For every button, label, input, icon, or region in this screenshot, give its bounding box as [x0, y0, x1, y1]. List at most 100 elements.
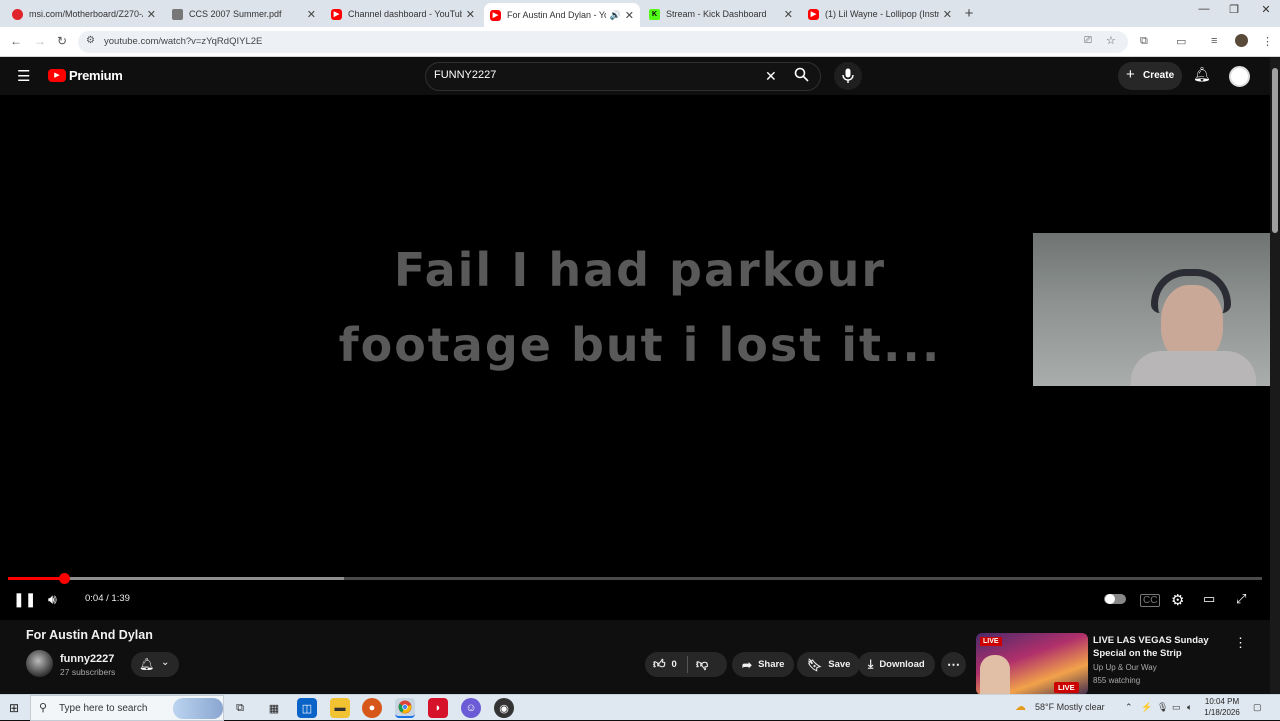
browser-tab[interactable]: CCS 2007 Summer.pdf ✕: [166, 3, 322, 25]
browser-menu-icon[interactable]: ⋮: [1262, 35, 1273, 48]
live-thumbnail-label: LIVE: [980, 637, 1002, 646]
url-text: youtube.com/watch?v=zYqRdQIYL2E: [104, 36, 263, 47]
close-tab-icon[interactable]: ✕: [307, 8, 316, 21]
task-view-icon[interactable]: ⧉: [230, 698, 250, 718]
back-icon[interactable]: ←: [10, 34, 22, 48]
minimize-button[interactable]: —: [1188, 3, 1220, 15]
taskbar-search[interactable]: ⚲ Type here to search: [30, 695, 224, 721]
recommended-more-icon[interactable]: ⋮: [1234, 635, 1247, 651]
network-icon[interactable]: ▭: [1172, 702, 1181, 713]
browser-tab[interactable]: msi.com/Motherboard/Z270-A ✕: [6, 3, 162, 25]
webcam-overlay: [1033, 233, 1280, 386]
clock-time: 10:04 PM: [1204, 697, 1240, 706]
clear-search-icon[interactable]: ✕: [765, 68, 777, 85]
extensions-icon[interactable]: ⧉: [1140, 35, 1148, 48]
forward-icon[interactable]: →: [34, 34, 46, 48]
tray-chevron-icon[interactable]: ⌃: [1125, 702, 1133, 713]
progress-bar[interactable]: [8, 573, 1262, 584]
search-icon[interactable]: [794, 67, 809, 85]
sidepanel-icon[interactable]: ▭: [1176, 35, 1186, 48]
recommended-thumbnail[interactable]: LIVE LIVE: [976, 633, 1088, 695]
theater-mode-icon[interactable]: ▭: [1203, 591, 1215, 607]
browser-tab[interactable]: ▶ (1) Lil Wayne - Lollipop (Instru ✕: [802, 3, 958, 25]
thumbs-up-icon[interactable]: 👍︎: [653, 657, 666, 672]
file-explorer-icon[interactable]: ▬: [330, 698, 350, 718]
media-control-icon[interactable]: ≡: [1211, 35, 1217, 47]
calculator-app-icon[interactable]: ▦: [264, 698, 284, 718]
played-bar: [8, 577, 65, 580]
more-actions-button[interactable]: ⋯: [941, 652, 966, 677]
taskbar-search-placeholder: Type here to search: [59, 703, 148, 714]
install-app-icon[interactable]: ⎚: [1084, 35, 1092, 46]
thumbs-down-icon[interactable]: 👎︎: [696, 657, 708, 672]
autoplay-toggle[interactable]: [1104, 594, 1126, 604]
create-label: Create: [1143, 70, 1175, 81]
microphone-icon: [842, 68, 854, 83]
channel-avatar[interactable]: [26, 650, 53, 677]
chevron-down-icon: ⌄: [161, 657, 170, 668]
network-off-icon[interactable]: ⚡: [1141, 702, 1152, 713]
profile-avatar[interactable]: [1235, 34, 1248, 47]
speaker-icon[interactable]: 🔊: [610, 10, 621, 21]
close-tab-icon[interactable]: ✕: [466, 8, 475, 21]
subscriber-count: 27 subscribers: [60, 667, 116, 677]
share-label: Share: [758, 659, 785, 670]
microphone-tray-icon[interactable]: 🎙︎: [1157, 702, 1168, 713]
new-tab-button[interactable]: +: [960, 5, 978, 23]
windows-start-icon[interactable]: ⊞: [9, 701, 19, 715]
recommended-channel[interactable]: Up Up & Our Way: [1093, 663, 1157, 672]
bookmark-icon: 🔖︎: [807, 657, 823, 672]
account-avatar[interactable]: [1229, 66, 1250, 87]
captions-icon[interactable]: CC: [1140, 594, 1161, 607]
address-bar[interactable]: ⚙ youtube.com/watch?v=zYqRdQIYL2E ⎚ ☆: [78, 31, 1128, 53]
plus-icon: +: [1126, 66, 1135, 83]
fullscreen-icon[interactable]: ⤢: [1236, 591, 1246, 607]
store-app-icon[interactable]: ◫: [297, 698, 317, 718]
weather-text[interactable]: 58°F Mostly clear: [1035, 702, 1105, 712]
reload-icon[interactable]: ↻: [57, 34, 67, 48]
download-button[interactable]: ⤓ Download: [858, 652, 935, 677]
autoplay-pause-icon: [1105, 594, 1115, 604]
close-tab-icon[interactable]: ✕: [943, 8, 952, 21]
live-badge: LIVE: [1054, 682, 1079, 693]
close-tab-icon[interactable]: ✕: [147, 8, 156, 21]
firefox-app-icon[interactable]: ●: [362, 698, 382, 718]
share-button[interactable]: ➦ Share: [732, 652, 795, 677]
like-count[interactable]: 0: [672, 659, 677, 670]
like-dislike-group: 👍︎ 0 👎︎: [645, 652, 727, 677]
pause-icon[interactable]: ❚❚: [13, 591, 36, 608]
close-window-button[interactable]: ✕: [1250, 3, 1280, 16]
volume-tray-icon[interactable]: 🔈︎: [1187, 702, 1192, 713]
search-input[interactable]: [434, 69, 754, 81]
close-tab-icon[interactable]: ✕: [784, 8, 793, 21]
discord-app-icon[interactable]: ☺: [461, 698, 481, 718]
maximize-button[interactable]: ❐: [1218, 3, 1250, 16]
taskbar: ⊞ ⚲ Type here to search ⧉ ▦ ◫ ▬ ● ◗ ☺ ◉ …: [0, 694, 1280, 721]
channel-name[interactable]: funny2227: [60, 653, 114, 665]
notification-center-icon[interactable]: ▢: [1253, 702, 1262, 713]
chrome-app-icon[interactable]: [395, 698, 415, 718]
browser-tab-active[interactable]: ▶ For Austin And Dylan - YouT 🔊 ✕: [484, 3, 640, 27]
youtube-logo-icon[interactable]: ▶: [48, 69, 66, 82]
site-info-icon[interactable]: ⚙: [86, 35, 95, 46]
hamburger-menu-icon[interactable]: ☰: [17, 67, 30, 85]
recommended-title[interactable]: LIVE LAS VEGAS Sunday Special on the Str…: [1093, 634, 1213, 660]
settings-gear-icon[interactable]: ⚙: [1171, 591, 1184, 609]
subscription-bell-button[interactable]: 🔔︎ ⌄: [131, 652, 179, 677]
bookmark-star-icon[interactable]: ☆: [1106, 34, 1116, 47]
clock[interactable]: 10:04 PM 1/18/2026: [1197, 696, 1247, 718]
save-button[interactable]: 🔖︎ Save: [797, 652, 861, 677]
red-app-icon[interactable]: ◗: [428, 698, 448, 718]
volume-icon[interactable]: 🔊︎: [48, 591, 57, 608]
obs-app-icon[interactable]: ◉: [494, 698, 514, 718]
create-button[interactable]: + Create: [1118, 62, 1182, 90]
download-label: Download: [879, 659, 925, 670]
notifications-bell-icon[interactable]: 🔔︎: [1193, 66, 1211, 83]
browser-tab[interactable]: ▶ Channel dashboard - YouTube ✕: [325, 3, 481, 25]
voice-search-button[interactable]: [834, 62, 862, 90]
scrollbar-thumb[interactable]: [1272, 68, 1278, 233]
browser-tab[interactable]: K Stream - Kick Dashboard ✕: [643, 3, 799, 25]
premium-brand[interactable]: Premium: [69, 68, 123, 83]
search-box[interactable]: ✕: [425, 62, 821, 91]
close-tab-icon[interactable]: ✕: [625, 9, 634, 22]
